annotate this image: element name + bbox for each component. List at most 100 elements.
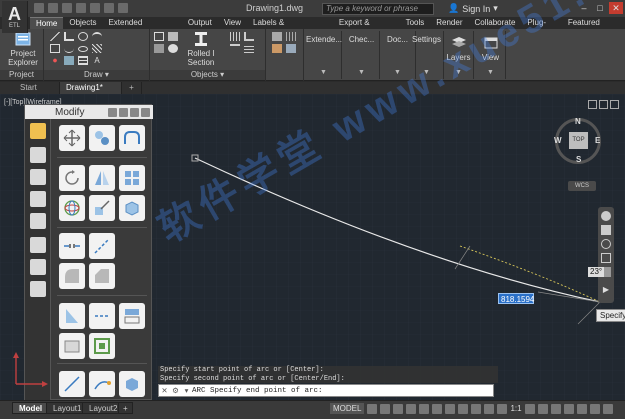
region-icon[interactable] xyxy=(64,56,74,65)
column-icon[interactable] xyxy=(168,32,178,41)
bolt-icon[interactable] xyxy=(168,44,178,53)
edit-polyline-button[interactable] xyxy=(89,371,115,397)
spline-icon[interactable] xyxy=(64,44,74,53)
chamfer-button[interactable] xyxy=(89,263,115,289)
close-icon[interactable]: ✕ xyxy=(609,2,623,14)
save-icon[interactable] xyxy=(62,3,72,13)
annotation-visibility-icon[interactable] xyxy=(497,403,508,414)
ribbon-tab-view[interactable]: View xyxy=(218,17,247,29)
lineweight-toggle-icon[interactable] xyxy=(458,403,469,414)
trim-button[interactable] xyxy=(59,303,85,329)
align-button[interactable] xyxy=(59,371,85,397)
point-icon[interactable] xyxy=(50,56,60,65)
settings-icon[interactable] xyxy=(108,107,117,117)
line-icon[interactable] xyxy=(50,32,60,41)
ribbon-tab-home[interactable]: Home xyxy=(30,17,64,29)
rectangle-icon[interactable] xyxy=(50,44,60,53)
redo-icon[interactable] xyxy=(104,3,114,13)
explode-button[interactable] xyxy=(59,333,85,359)
copy-button[interactable] xyxy=(89,125,115,151)
block-icon[interactable] xyxy=(30,213,46,229)
palette-header[interactable]: Modify xyxy=(25,105,153,119)
angle-input[interactable]: 23° xyxy=(588,267,605,277)
ribbon-tab-output[interactable]: Output xyxy=(182,17,218,29)
new-tab-button[interactable]: + xyxy=(122,82,142,94)
chevron-right-icon[interactable]: ▶ xyxy=(601,285,611,295)
railing-icon[interactable] xyxy=(230,44,240,53)
save-as-icon[interactable] xyxy=(76,3,86,13)
text-icon[interactable]: A xyxy=(92,56,102,65)
plate-icon[interactable] xyxy=(154,44,164,53)
snap-toggle-icon[interactable] xyxy=(380,403,391,414)
project-explorer-button[interactable]: Project Explorer xyxy=(6,31,40,67)
close-icon[interactable]: ✕ xyxy=(159,386,170,396)
hatch-icon[interactable] xyxy=(92,44,102,53)
magnet-icon[interactable] xyxy=(30,259,46,275)
box-button[interactable] xyxy=(119,195,145,221)
wcs-menu[interactable]: WCS xyxy=(568,181,596,191)
align-icon[interactable] xyxy=(30,191,46,207)
table-icon[interactable] xyxy=(78,56,88,65)
hardware-acceleration-icon[interactable] xyxy=(576,403,587,414)
app-menu-button[interactable]: A ETL xyxy=(2,1,28,33)
selection-cycling-icon[interactable] xyxy=(484,403,495,414)
arc-icon[interactable] xyxy=(92,32,102,41)
ribbon-tab-extended-modeling[interactable]: Extended Modeling xyxy=(102,17,181,37)
close-icon[interactable] xyxy=(610,100,619,109)
chevron-down-icon[interactable]: ▾ xyxy=(181,386,192,396)
fillet-button[interactable] xyxy=(59,263,85,289)
tab-drawing1[interactable]: Drawing1* xyxy=(60,82,122,94)
ladder-icon[interactable] xyxy=(244,44,254,53)
length-input[interactable]: 818.1594 xyxy=(498,293,534,304)
search-input[interactable]: Type a keyword or phrase xyxy=(322,3,434,15)
clean-screen-icon[interactable] xyxy=(589,403,600,414)
osnap-toggle-icon[interactable] xyxy=(432,403,443,414)
solid-edit-button[interactable] xyxy=(119,371,145,397)
viewcube[interactable]: TOP N S E W xyxy=(554,117,601,164)
group-icon[interactable] xyxy=(30,169,46,185)
new-icon[interactable] xyxy=(34,3,44,13)
scale-button[interactable] xyxy=(89,195,115,221)
steering-wheel-icon[interactable] xyxy=(601,211,611,221)
stair-icon[interactable] xyxy=(244,32,254,41)
tab-start[interactable]: Start xyxy=(0,82,60,94)
move-button[interactable] xyxy=(59,125,85,151)
wrench-icon[interactable]: ⚙ xyxy=(170,386,181,396)
offset-button[interactable] xyxy=(119,303,145,329)
model-space-toggle[interactable]: MODEL xyxy=(330,403,365,414)
sphere-button[interactable] xyxy=(59,195,85,221)
grating-icon[interactable] xyxy=(230,32,240,41)
close-icon[interactable] xyxy=(141,107,150,117)
ortho-toggle-icon[interactable] xyxy=(393,403,404,414)
grid-icon[interactable] xyxy=(286,32,296,41)
polyline-icon[interactable] xyxy=(64,32,74,41)
rotate-button[interactable] xyxy=(59,165,85,191)
isodraft-toggle-icon[interactable] xyxy=(419,403,430,414)
layer-icon[interactable] xyxy=(30,237,46,253)
extended-group[interactable]: Extende... ▼ xyxy=(306,31,342,79)
annotation-monitor-icon[interactable] xyxy=(537,403,548,414)
beam-icon[interactable] xyxy=(154,32,164,41)
snap-icon[interactable] xyxy=(272,32,282,41)
isolate-icon[interactable] xyxy=(563,403,574,414)
circle-icon[interactable] xyxy=(78,32,88,41)
ribbon-tab-objects[interactable]: Objects xyxy=(63,17,102,29)
ellipse-icon[interactable] xyxy=(78,46,88,52)
rolled-section-button[interactable]: Rolled I Section xyxy=(180,31,222,67)
tab-model[interactable]: Model xyxy=(12,402,50,414)
open-icon[interactable] xyxy=(48,3,58,13)
customization-icon[interactable] xyxy=(602,403,613,414)
array-button[interactable] xyxy=(119,165,145,191)
join-button[interactable] xyxy=(89,333,115,359)
units-icon[interactable] xyxy=(550,403,561,414)
pin-icon[interactable] xyxy=(119,107,128,117)
properties-icon[interactable] xyxy=(30,123,46,139)
tools-icon[interactable] xyxy=(30,147,46,163)
annotation-scale[interactable]: 1:1 xyxy=(510,404,521,413)
mirror-button[interactable] xyxy=(89,165,115,191)
stretch-button[interactable] xyxy=(119,125,145,151)
orbit-icon[interactable] xyxy=(601,253,611,263)
transparency-toggle-icon[interactable] xyxy=(471,403,482,414)
workspace-gear-icon[interactable] xyxy=(524,403,535,414)
command-line[interactable]: ✕ ⚙ ▾ ARC Specify end point of arc: xyxy=(158,384,494,397)
